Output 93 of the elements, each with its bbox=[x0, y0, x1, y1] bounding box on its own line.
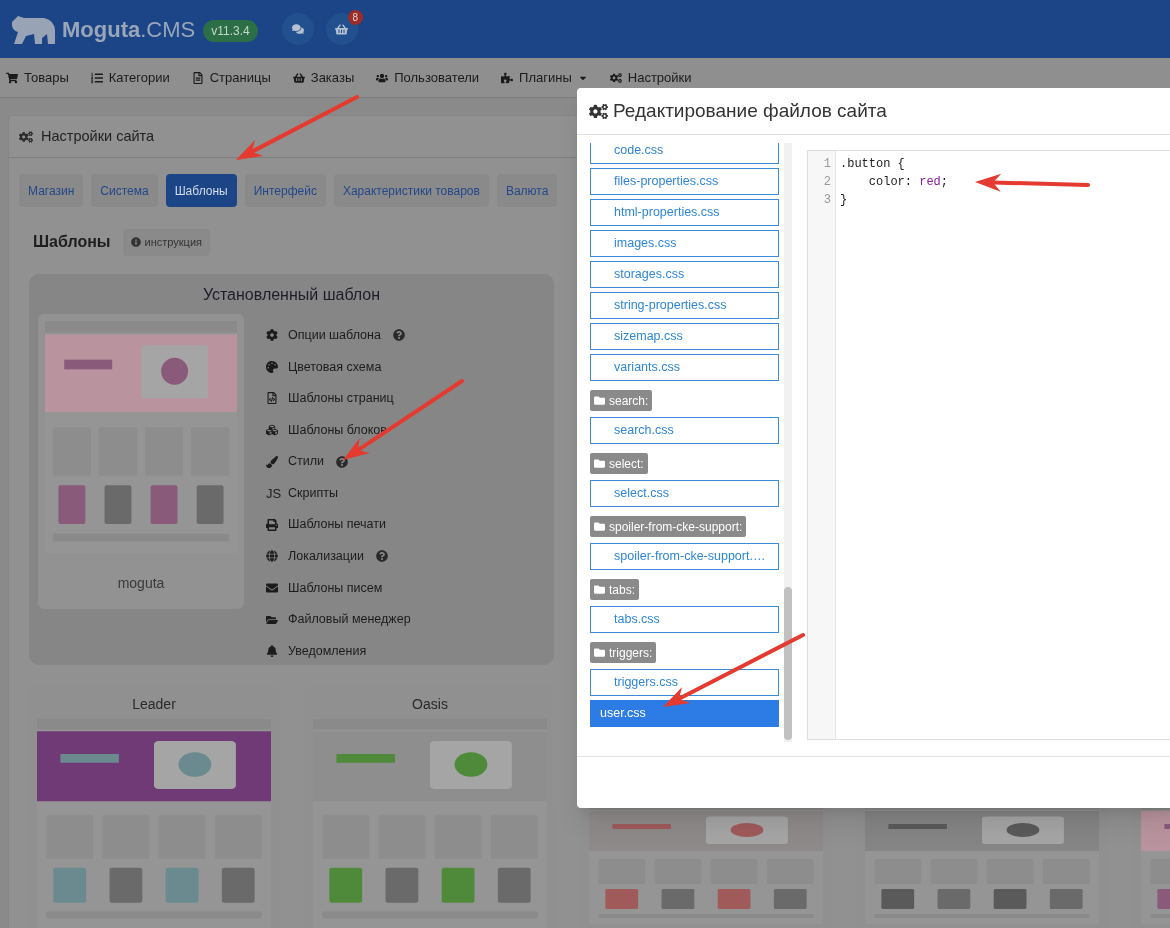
folder-label: spoiler-from-cke-support: bbox=[590, 516, 747, 537]
document-icon bbox=[191, 71, 204, 84]
brush-icon bbox=[266, 455, 278, 468]
settings-tab[interactable]: Валюта bbox=[496, 174, 558, 207]
settings-tab[interactable]: Характеристики товаров bbox=[333, 174, 489, 207]
basket-icon bbox=[292, 71, 305, 84]
template-name: Oasis bbox=[412, 694, 448, 714]
template-menu-link[interactable]: Шаблоны печати bbox=[288, 515, 386, 535]
template-menu-link[interactable]: Файловый менеджер bbox=[288, 610, 411, 629]
template-menu-link[interactable]: Шаблоны страниц bbox=[288, 389, 394, 408]
file-item[interactable]: storages.css bbox=[590, 261, 779, 288]
code-line: } bbox=[840, 192, 849, 209]
folder-icon bbox=[594, 458, 605, 469]
dialog-title: Редактирование файлов сайта bbox=[613, 98, 887, 123]
folder-label: tabs: bbox=[590, 579, 639, 600]
settings-icon bbox=[19, 129, 33, 144]
file-item[interactable]: images.css bbox=[590, 230, 779, 257]
folder-icon bbox=[594, 521, 605, 532]
nav-link[interactable]: Пользователи bbox=[394, 67, 480, 88]
bell-icon bbox=[266, 645, 278, 658]
help-icon[interactable] bbox=[375, 550, 388, 563]
help-button[interactable]: инструкция bbox=[122, 229, 210, 256]
info-icon bbox=[130, 237, 141, 248]
cubes-icon bbox=[266, 424, 278, 437]
globe-icon bbox=[266, 550, 278, 563]
nav-link[interactable]: Настройки bbox=[627, 67, 692, 88]
template-menu-link[interactable]: Шаблоны писем bbox=[288, 578, 383, 598]
chat-icon bbox=[291, 23, 304, 35]
file-item[interactable]: sizemap.css bbox=[590, 323, 779, 350]
file-item[interactable]: spoiler-from-cke-support.… bbox=[590, 543, 779, 570]
folder-label: triggers: bbox=[590, 642, 657, 663]
file-item[interactable]: triggers.css bbox=[590, 669, 779, 696]
settings-tab[interactable]: Интерфейс bbox=[244, 174, 326, 207]
printer-icon bbox=[266, 518, 278, 531]
template-menu-link[interactable]: Стили bbox=[288, 452, 324, 472]
folder-label: search: bbox=[590, 390, 653, 411]
help-icon[interactable] bbox=[392, 329, 405, 342]
logo-text: Moguta.CMS bbox=[62, 15, 196, 44]
js-label: JS bbox=[266, 484, 280, 503]
line-number: 2 bbox=[823, 174, 831, 191]
code-editor[interactable]: 1 2 3 .button { color: red; } bbox=[807, 150, 1170, 740]
settings-icon bbox=[266, 329, 278, 342]
code-file-icon bbox=[266, 392, 278, 405]
nav-link[interactable]: Плагины bbox=[519, 67, 572, 88]
file-item[interactable]: string-properties.css bbox=[590, 292, 779, 319]
version-badge: v11.3.4 bbox=[203, 20, 258, 42]
file-item[interactable]: files-properties.css bbox=[590, 168, 779, 195]
settings-tab[interactable]: Система bbox=[91, 174, 158, 207]
file-item[interactable]: html-properties.css bbox=[590, 199, 779, 226]
folder-label: select: bbox=[590, 453, 648, 474]
folder-icon bbox=[266, 613, 278, 626]
basket-icon bbox=[335, 22, 349, 36]
nav-link[interactable]: Страницы bbox=[209, 67, 271, 88]
nav-link[interactable]: Категории bbox=[108, 67, 170, 88]
settings-tab[interactable]: Магазин bbox=[19, 174, 84, 207]
template-menu-link[interactable]: Цветовая схема bbox=[288, 357, 382, 377]
palette-icon bbox=[266, 360, 278, 373]
template-menu-link[interactable]: Локализации bbox=[288, 547, 364, 566]
list-icon bbox=[90, 71, 103, 84]
settings-tab[interactable]: Шаблоны bbox=[165, 174, 237, 207]
template-name: moguta bbox=[117, 573, 165, 593]
code-line: .button { bbox=[840, 156, 906, 173]
code-line: color: red; bbox=[867, 174, 949, 191]
help-icon[interactable] bbox=[336, 455, 348, 468]
users-icon bbox=[376, 71, 389, 84]
settings-icon bbox=[609, 71, 622, 84]
folder-icon bbox=[594, 584, 605, 595]
template-menu-link[interactable]: Опции шаблона bbox=[288, 325, 381, 345]
scrollbar[interactable] bbox=[784, 143, 792, 742]
nav-link[interactable]: Товары bbox=[24, 67, 69, 88]
template-menu-link[interactable]: Скрипты bbox=[288, 483, 338, 503]
nav-link[interactable]: Заказы bbox=[310, 67, 355, 88]
file-item[interactable]: tabs.css bbox=[590, 606, 779, 633]
template-menu-link[interactable]: Уведомления bbox=[288, 641, 367, 661]
file-item[interactable]: user.css bbox=[590, 700, 779, 727]
template-name: Leader bbox=[132, 694, 176, 714]
envelope-icon bbox=[266, 582, 278, 595]
folder-icon bbox=[594, 395, 605, 406]
panel-title: Установленный шаблон bbox=[201, 284, 382, 305]
file-item[interactable]: variants.css bbox=[590, 354, 779, 381]
line-number: 1 bbox=[823, 156, 831, 173]
folder-icon bbox=[594, 647, 605, 658]
file-item[interactable]: select.css bbox=[590, 480, 779, 507]
file-item[interactable]: search.css bbox=[590, 417, 779, 444]
line-number: 3 bbox=[823, 192, 831, 209]
settings-icon bbox=[589, 101, 608, 121]
puzzle-icon bbox=[501, 71, 514, 84]
card-title: Настройки сайта bbox=[41, 126, 155, 146]
cart-icon bbox=[6, 71, 18, 84]
cart-button[interactable] bbox=[325, 13, 358, 45]
section-title: Шаблоны bbox=[33, 232, 111, 253]
chat-button[interactable] bbox=[281, 13, 314, 45]
file-item[interactable]: code.css bbox=[590, 143, 779, 164]
